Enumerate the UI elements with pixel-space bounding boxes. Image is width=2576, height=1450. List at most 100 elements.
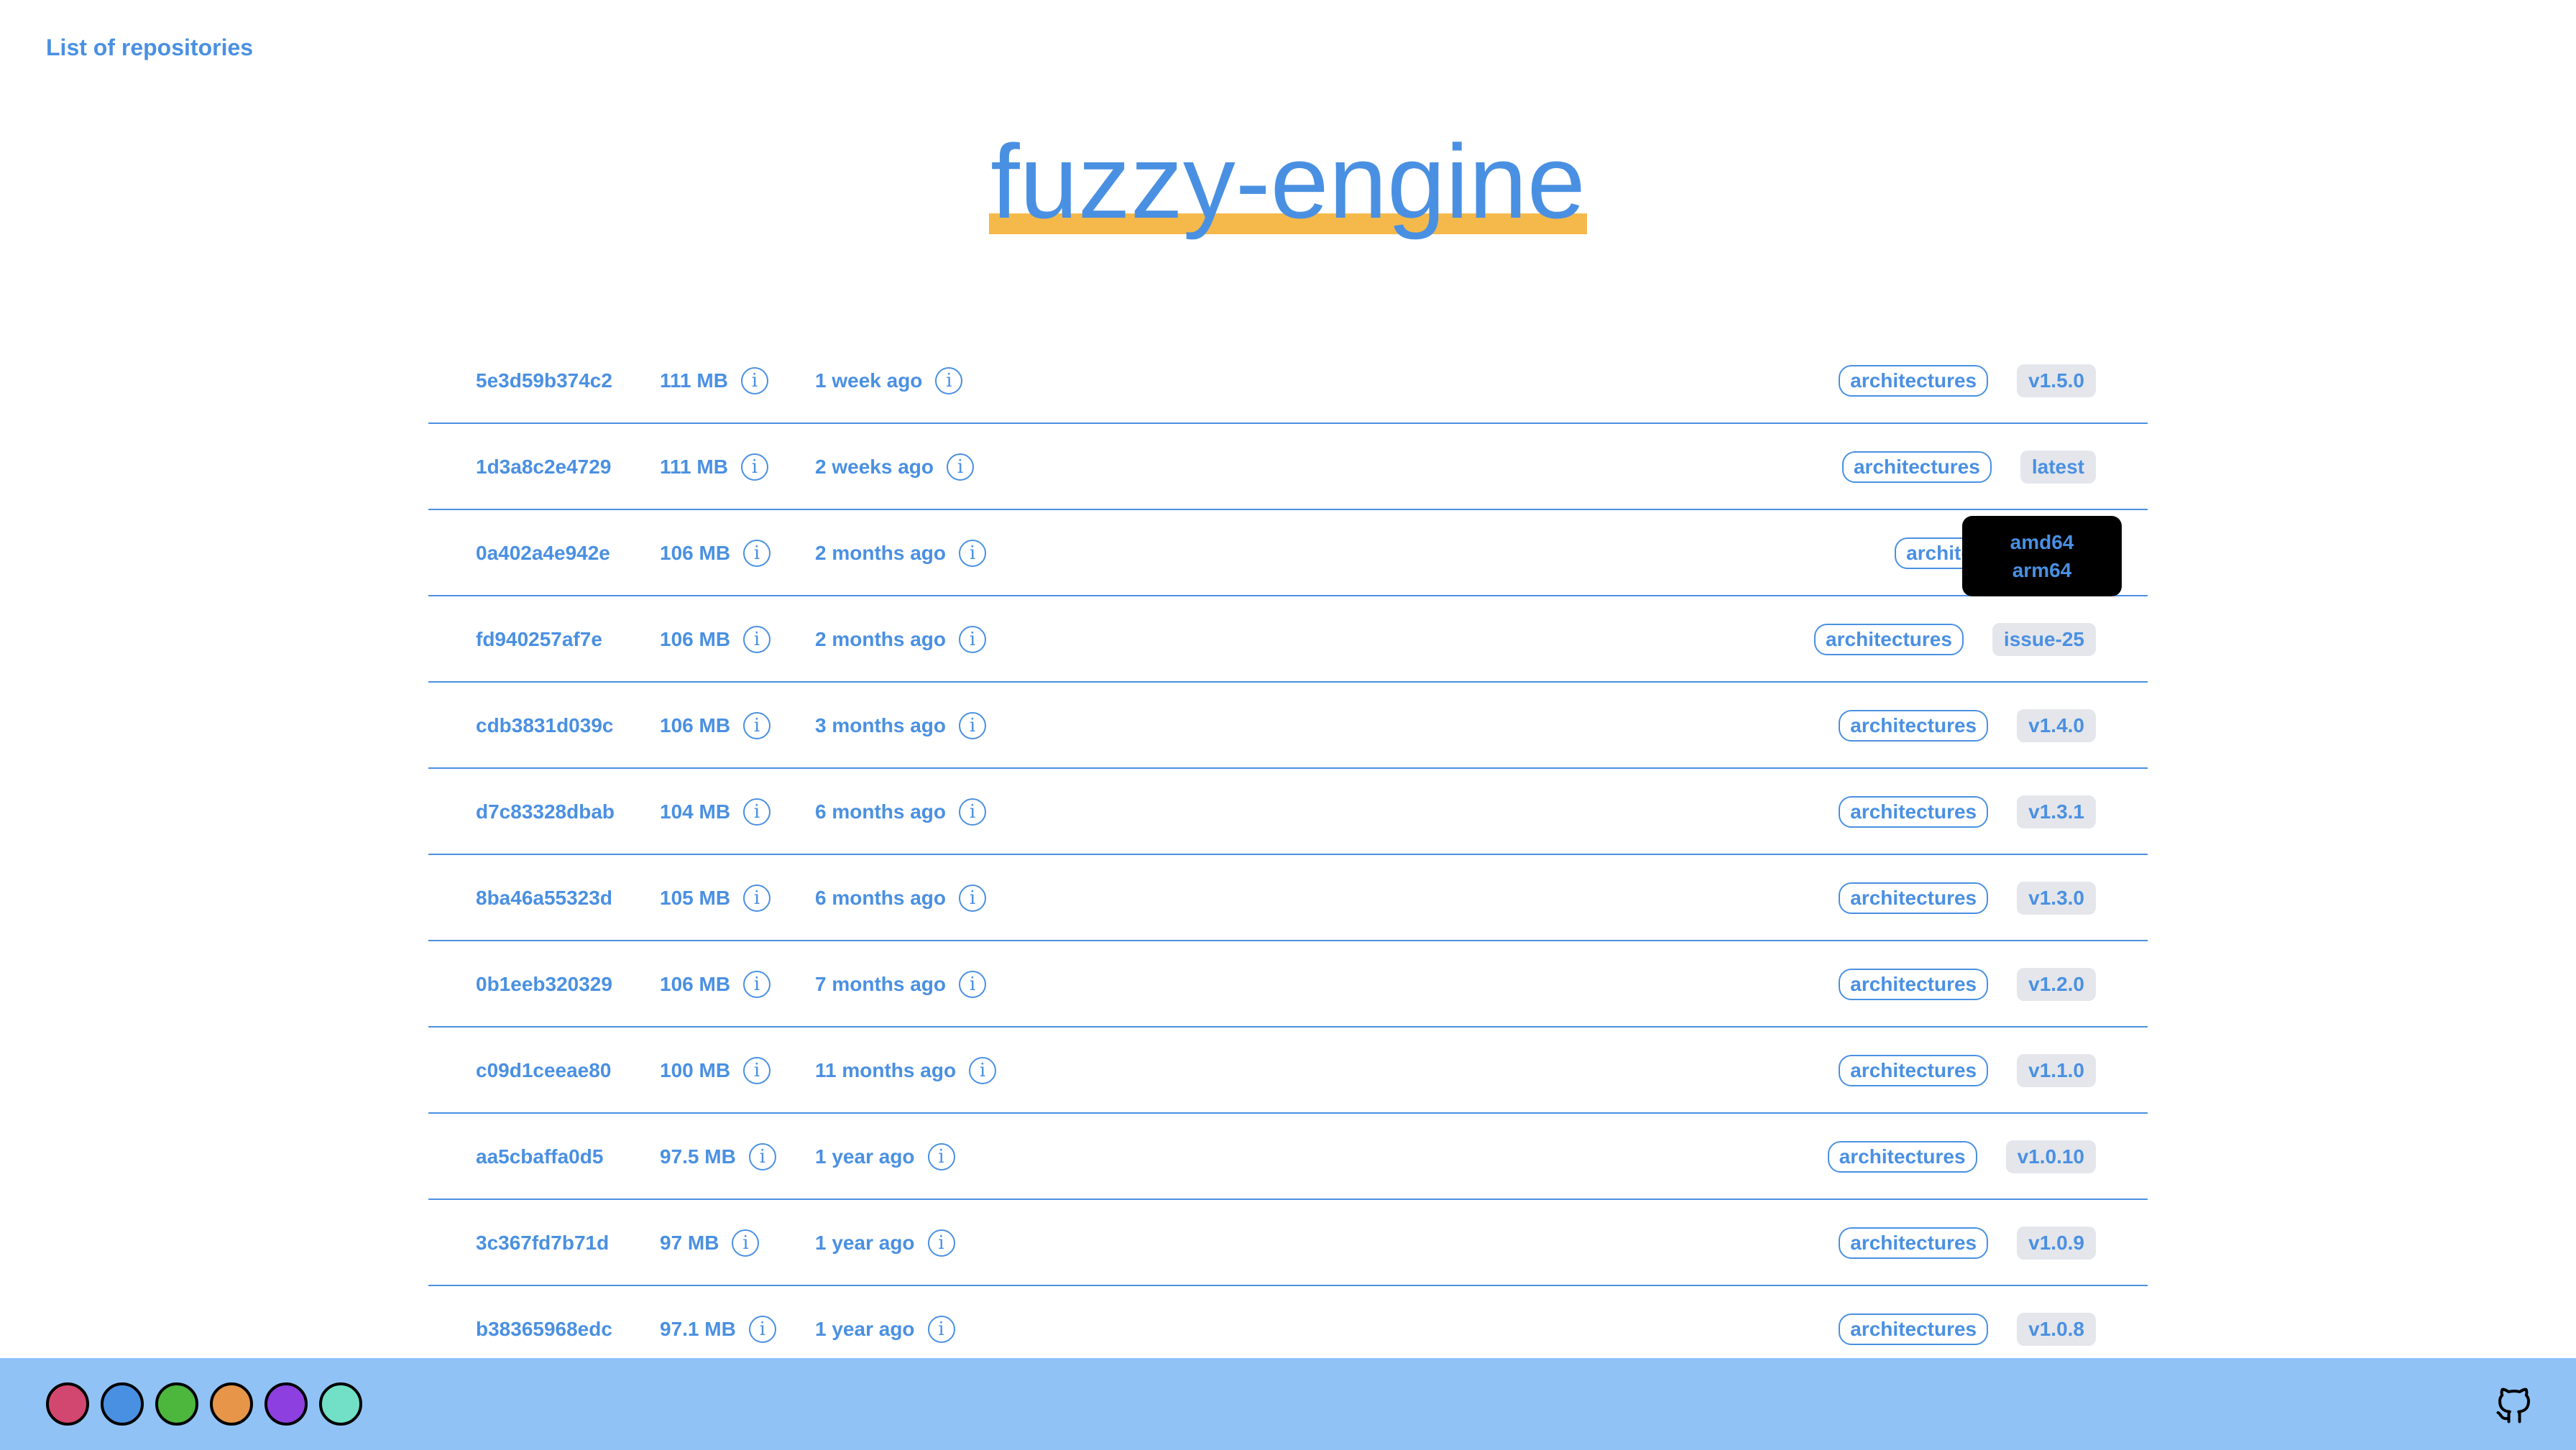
architectures-button[interactable]: architectures bbox=[1839, 882, 1989, 914]
size-info-icon[interactable]: i bbox=[748, 1316, 776, 1343]
tag-badge[interactable]: v1.5.0 bbox=[2017, 364, 2096, 397]
tooltip-architecture-amd64: amd64 bbox=[2010, 530, 2074, 553]
image-size-cell: 111 MB i bbox=[660, 338, 768, 424]
architectures-button[interactable]: architectures bbox=[1839, 796, 1989, 828]
image-row: fd940257af7e 106 MB i 2 months ago i arc… bbox=[428, 596, 2148, 683]
size-info-icon[interactable]: i bbox=[743, 540, 771, 567]
tag-badge[interactable]: issue-25 bbox=[1992, 623, 2096, 656]
tag-badge[interactable]: v1.1.0 bbox=[2017, 1054, 2096, 1087]
image-row: 0a402a4e942e 106 MB i 2 months ago i arc… bbox=[428, 510, 2148, 596]
theme-swatch-purple[interactable] bbox=[264, 1382, 308, 1426]
image-size: 97 MB bbox=[660, 1232, 719, 1254]
image-hash[interactable]: 0b1eeb320329 bbox=[476, 941, 612, 1028]
tag-badge[interactable]: latest bbox=[2020, 451, 2096, 484]
tag-badge[interactable]: v1.2.0 bbox=[2017, 968, 2096, 1001]
age-info-icon[interactable]: i bbox=[935, 367, 963, 394]
age-info-icon[interactable]: i bbox=[946, 453, 974, 481]
theme-swatch-red[interactable] bbox=[46, 1382, 89, 1426]
image-hash[interactable]: cdb3831d039c bbox=[476, 683, 613, 769]
image-list: 5e3d59b374c2 111 MB i 1 week ago i archi… bbox=[428, 338, 2148, 1372]
size-info-icon[interactable]: i bbox=[743, 1057, 771, 1084]
github-icon[interactable] bbox=[2493, 1384, 2536, 1427]
architectures-button[interactable]: architectures bbox=[1841, 451, 1992, 483]
tag-badge[interactable]: v1.0.10 bbox=[2005, 1140, 2096, 1173]
size-info-icon[interactable]: i bbox=[743, 798, 771, 826]
row-badges: architectures v1.5.0 bbox=[1839, 338, 2096, 424]
image-row: d7c83328dbab 104 MB i 6 months ago i arc… bbox=[428, 769, 2148, 855]
row-badges: architectures v1.4.0 bbox=[1839, 683, 2096, 769]
architectures-tooltip: amd64 arm64 bbox=[1962, 516, 2122, 596]
tag-badge[interactable]: v1.0.8 bbox=[2017, 1313, 2096, 1346]
architectures-button[interactable]: architectures bbox=[1839, 1227, 1989, 1259]
architectures-button[interactable]: architectures bbox=[1839, 1313, 1989, 1345]
image-age-cell: 3 months ago i bbox=[815, 683, 987, 769]
age-info-icon[interactable]: i bbox=[969, 1057, 997, 1084]
age-info-icon[interactable]: i bbox=[959, 798, 987, 826]
image-size-cell: 106 MB i bbox=[660, 683, 771, 769]
theme-swatch-green[interactable] bbox=[155, 1382, 198, 1426]
row-badges: architectures v1.3.0 bbox=[1839, 855, 2096, 941]
image-hash[interactable]: fd940257af7e bbox=[476, 596, 602, 683]
image-size: 111 MB bbox=[660, 456, 728, 478]
image-age: 2 months ago bbox=[815, 542, 947, 564]
theme-swatches bbox=[46, 1358, 362, 1450]
image-hash[interactable]: 3c367fd7b71d bbox=[476, 1200, 609, 1286]
image-hash[interactable]: d7c83328dbab bbox=[476, 769, 615, 855]
tag-badge[interactable]: v1.4.0 bbox=[2017, 709, 2096, 742]
size-info-icon[interactable]: i bbox=[743, 626, 771, 653]
theme-swatch-orange[interactable] bbox=[210, 1382, 253, 1426]
age-info-icon[interactable]: i bbox=[959, 971, 987, 998]
image-age-cell: 6 months ago i bbox=[815, 769, 987, 855]
image-hash[interactable]: 8ba46a55323d bbox=[476, 855, 612, 941]
architectures-button[interactable]: architectures bbox=[1827, 1141, 1977, 1173]
image-age: 1 week ago bbox=[815, 369, 923, 392]
image-row: c09d1ceeae80 100 MB i 11 months ago i ar… bbox=[428, 1028, 2148, 1114]
age-info-icon[interactable]: i bbox=[959, 626, 987, 653]
size-info-icon[interactable]: i bbox=[743, 885, 771, 912]
page: List of repositories fuzzy-engine 5e3d59… bbox=[0, 0, 2576, 1450]
image-size: 111 MB bbox=[660, 369, 728, 392]
image-size-cell: 104 MB i bbox=[660, 769, 771, 855]
size-info-icon[interactable]: i bbox=[740, 453, 768, 481]
tag-badge[interactable]: v1.3.1 bbox=[2017, 795, 2096, 828]
architectures-button[interactable]: architectures bbox=[1839, 969, 1989, 1000]
image-hash[interactable]: 5e3d59b374c2 bbox=[476, 338, 612, 424]
age-info-icon[interactable]: i bbox=[959, 540, 987, 567]
image-hash[interactable]: 0a402a4e942e bbox=[476, 510, 610, 596]
image-size: 97.5 MB bbox=[660, 1145, 736, 1168]
tag-badge[interactable]: v1.3.0 bbox=[2017, 882, 2096, 915]
image-hash[interactable]: 1d3a8c2e4729 bbox=[476, 424, 611, 510]
architectures-button[interactable]: architectures bbox=[1839, 365, 1989, 397]
age-info-icon[interactable]: i bbox=[927, 1229, 955, 1257]
image-row: 0b1eeb320329 106 MB i 7 months ago i arc… bbox=[428, 941, 2148, 1028]
age-info-icon[interactable]: i bbox=[927, 1143, 955, 1170]
image-row: 3c367fd7b71d 97 MB i 1 year ago i archit… bbox=[428, 1200, 2148, 1286]
image-size-cell: 97.5 MB i bbox=[660, 1114, 776, 1200]
architectures-button[interactable]: architectures bbox=[1839, 710, 1989, 742]
theme-swatch-teal[interactable] bbox=[319, 1382, 362, 1426]
image-row: 8ba46a55323d 105 MB i 6 months ago i arc… bbox=[428, 855, 2148, 941]
size-info-icon[interactable]: i bbox=[743, 712, 771, 739]
theme-swatch-blue[interactable] bbox=[101, 1382, 144, 1426]
size-info-icon[interactable]: i bbox=[748, 1143, 776, 1170]
image-age: 2 months ago bbox=[815, 628, 947, 650]
image-hash[interactable]: c09d1ceeae80 bbox=[476, 1028, 611, 1114]
row-badges: architectures latest bbox=[1841, 424, 2096, 510]
image-age-cell: 1 year ago i bbox=[815, 1114, 955, 1200]
size-info-icon[interactable]: i bbox=[743, 971, 771, 998]
image-age-cell: 2 months ago i bbox=[815, 596, 987, 683]
image-size: 106 MB bbox=[660, 714, 731, 736]
size-info-icon[interactable]: i bbox=[732, 1229, 760, 1257]
image-hash[interactable]: aa5cbaffa0d5 bbox=[476, 1114, 603, 1200]
repositories-list-link[interactable]: List of repositories bbox=[46, 34, 253, 61]
image-age-cell: 1 year ago i bbox=[815, 1200, 955, 1286]
age-info-icon[interactable]: i bbox=[927, 1316, 955, 1343]
architectures-button[interactable]: architectures bbox=[1839, 1055, 1989, 1086]
architectures-button[interactable]: architectures bbox=[1814, 624, 1964, 655]
age-info-icon[interactable]: i bbox=[959, 885, 987, 912]
age-info-icon[interactable]: i bbox=[959, 712, 987, 739]
image-size-cell: 106 MB i bbox=[660, 941, 771, 1028]
tag-badge[interactable]: v1.0.9 bbox=[2017, 1227, 2096, 1260]
image-size: 106 MB bbox=[660, 973, 731, 995]
size-info-icon[interactable]: i bbox=[740, 367, 768, 394]
